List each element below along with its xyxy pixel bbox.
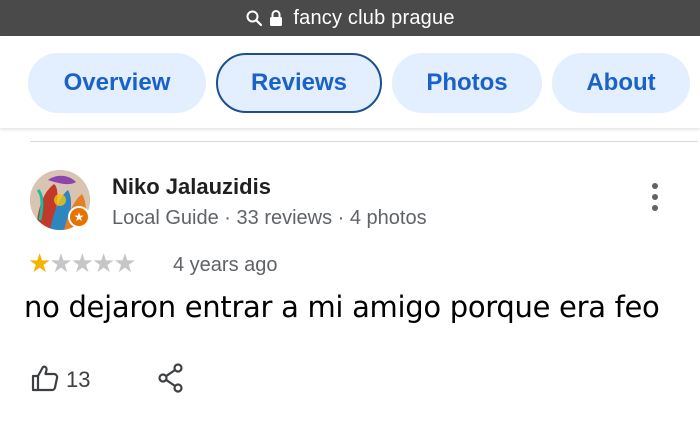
star-empty-icon: ★	[91, 248, 115, 278]
url-text: fancy club prague	[293, 6, 455, 29]
review-actions: 13	[30, 360, 183, 400]
star-rating: ★★★★★	[28, 248, 137, 278]
tab-overview[interactable]: Overview	[28, 53, 206, 113]
like-button[interactable]: 13	[30, 363, 90, 398]
divider	[30, 141, 698, 142]
author-meta: Local Guide · 33 reviews · 4 photos	[112, 207, 427, 229]
search-icon	[245, 9, 263, 27]
more-options-icon[interactable]	[640, 180, 670, 214]
tab-photos[interactable]: Photos	[392, 53, 542, 113]
address-bar[interactable]: fancy club prague	[0, 0, 700, 36]
review-text: no dejaron entrar a mi amigo porque era …	[24, 290, 660, 324]
tab-bar: Overview Reviews Photos About	[0, 36, 700, 128]
thumbs-up-icon	[30, 363, 60, 398]
star-empty-icon: ★	[70, 248, 94, 278]
star-empty-icon: ★	[49, 248, 72, 278]
review-time: 4 years ago	[173, 254, 278, 276]
like-count: 13	[66, 367, 91, 392]
share-icon[interactable]	[156, 362, 186, 399]
star-empty-icon: ★	[113, 248, 136, 278]
lock-icon	[269, 9, 283, 27]
author-name[interactable]: Niko Jalauzidis	[112, 174, 271, 200]
tab-about[interactable]: About	[552, 53, 690, 113]
star-filled-icon: ★	[28, 248, 51, 278]
tab-reviews[interactable]: Reviews	[216, 53, 382, 113]
local-guide-badge-icon: ★	[68, 206, 90, 228]
